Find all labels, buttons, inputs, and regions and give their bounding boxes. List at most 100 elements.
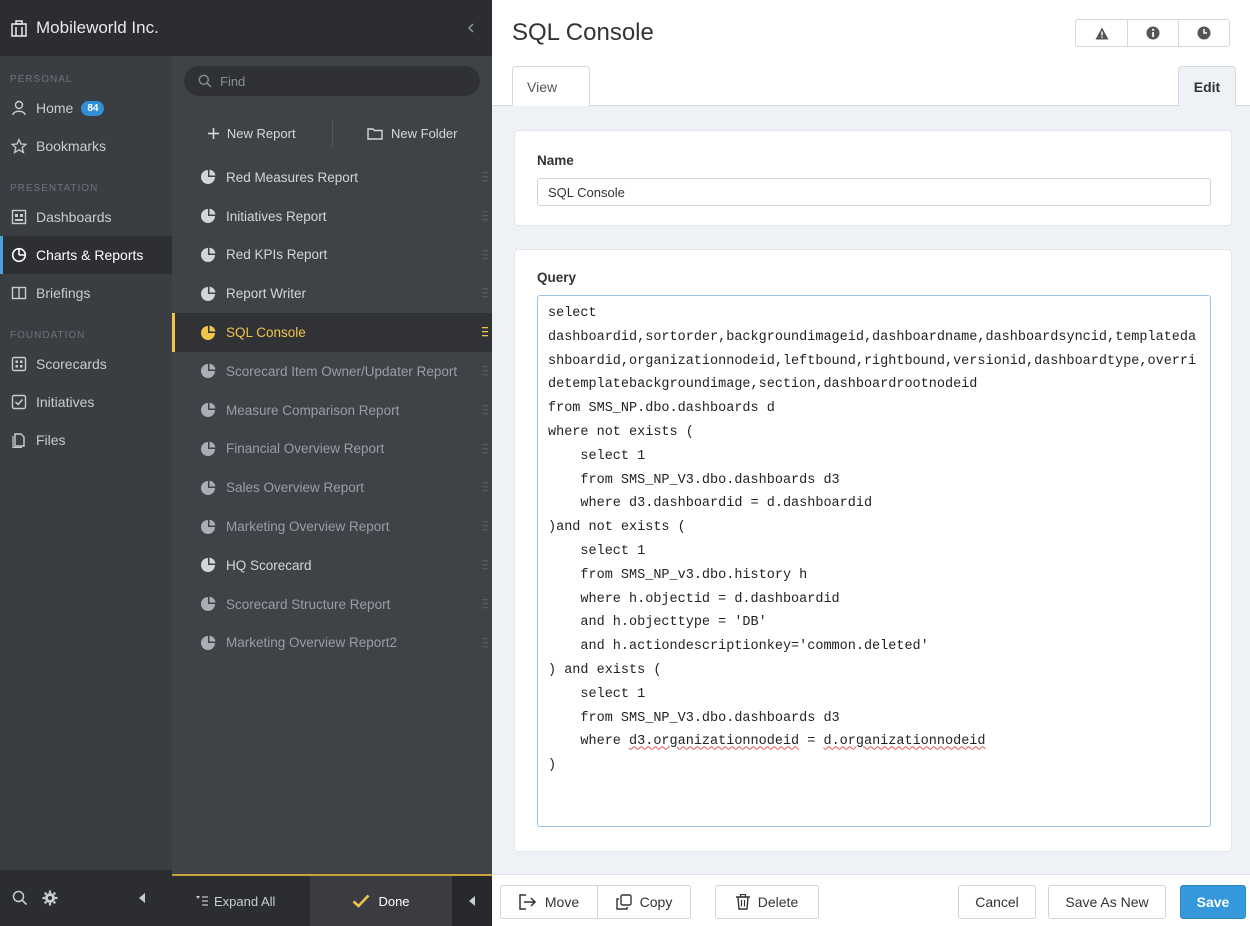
pie-chart-icon [200, 557, 216, 573]
info-button[interactable] [1127, 20, 1178, 46]
collapse-list-button[interactable] [452, 876, 492, 926]
tab-view[interactable]: View [512, 66, 590, 107]
list-header [172, 0, 492, 56]
query-line: where h.objectid = d.dashboardid [548, 591, 840, 607]
query-line: ) and exists ( [548, 662, 662, 678]
report-label: Initiatives Report [226, 208, 327, 224]
nav-item-briefings[interactable]: Briefings [0, 274, 172, 312]
query-line: where not exists ( [548, 424, 694, 440]
new-report-button[interactable]: New Report [172, 126, 332, 141]
drag-handle-icon[interactable] [482, 404, 488, 416]
page-title: SQL Console [512, 19, 654, 46]
report-label: Marketing Overview Report2 [226, 635, 398, 651]
checkmark-icon [352, 894, 370, 908]
name-label: Name [537, 153, 574, 168]
tab-edit[interactable]: Edit [1178, 66, 1236, 107]
nav-item-scorecards[interactable]: Scorecards [0, 345, 172, 383]
drag-handle-icon[interactable] [482, 443, 488, 455]
drag-handle-icon[interactable] [482, 481, 488, 493]
move-icon [519, 894, 537, 910]
drag-handle-icon[interactable] [482, 559, 488, 571]
drag-handle-icon[interactable] [482, 249, 488, 261]
drag-handle-icon[interactable] [482, 326, 488, 338]
chevron-left-icon[interactable] [468, 23, 474, 33]
report-list-item[interactable]: Scorecard Item Owner/Updater Report [172, 352, 492, 391]
report-label: Report Writer [226, 286, 307, 302]
drag-handle-icon[interactable] [482, 287, 488, 299]
report-list-item[interactable]: Scorecard Structure Report [172, 585, 492, 624]
drag-handle-icon[interactable] [482, 520, 488, 532]
move-label: Move [544, 894, 580, 910]
query-line: from SMS_NP.dbo.dashboards d [548, 401, 775, 417]
report-list-item[interactable]: Sales Overview Report [172, 468, 492, 507]
files-icon [10, 431, 28, 449]
new-folder-button[interactable]: New Folder [333, 126, 493, 141]
main-nav: Mobileworld Inc. PERSONAL Home 84 Bookma… [0, 0, 172, 926]
org-header[interactable]: Mobileworld Inc. [0, 0, 172, 56]
report-list-item[interactable]: SQL Console [172, 313, 492, 352]
nav-item-bookmarks[interactable]: Bookmarks [0, 127, 172, 165]
nav-item-dashboards[interactable]: Dashboards [0, 198, 172, 236]
save-as-new-button[interactable]: Save As New [1048, 885, 1166, 919]
query-card: Query select dashboardid,sortorder,backg… [514, 249, 1232, 852]
trash-icon [735, 894, 750, 910]
report-list-item[interactable]: Measure Comparison Report [172, 391, 492, 430]
query-line: select [548, 306, 597, 321]
report-list-item[interactable]: Marketing Overview Report2 [172, 624, 492, 663]
name-field[interactable]: SQL Console [537, 178, 1211, 206]
book-icon [10, 284, 28, 302]
delete-label: Delete [757, 894, 799, 910]
report-list-item[interactable]: Red KPIs Report [172, 236, 492, 275]
nav-item-initiatives[interactable]: Initiatives [0, 383, 172, 421]
nav-item-files[interactable]: Files [0, 421, 172, 459]
building-icon [10, 19, 28, 37]
list-footer: Expand All Done [172, 874, 492, 926]
nav-item-label: Scorecards [36, 356, 107, 372]
warning-button[interactable] [1076, 20, 1127, 46]
query-line: dashboardid,sortorder,backgroundimageid,… [548, 329, 1197, 393]
search-input[interactable]: Find [184, 66, 480, 96]
query-line: from SMS_NP_V3.dbo.dashboards d3 [548, 472, 840, 488]
drag-handle-icon[interactable] [482, 171, 488, 183]
save-button[interactable]: Save [1180, 885, 1246, 919]
report-label: Red KPIs Report [226, 247, 328, 263]
search-icon[interactable] [12, 890, 28, 906]
copy-label: Copy [639, 894, 673, 910]
cancel-button[interactable]: Cancel [958, 885, 1036, 919]
drag-handle-icon[interactable] [482, 637, 488, 649]
query-label: Query [537, 270, 577, 285]
delete-button[interactable]: Delete [715, 885, 819, 919]
expand-all-label: Expand All [214, 893, 276, 909]
user-icon [10, 99, 28, 117]
report-list-item[interactable]: Marketing Overview Report [172, 507, 492, 546]
plus-icon [207, 127, 219, 139]
copy-button[interactable]: Copy [597, 885, 691, 919]
report-list-item[interactable]: Initiatives Report [172, 197, 492, 236]
report-list-item[interactable]: Financial Overview Report [172, 430, 492, 469]
nav-item-charts-reports[interactable]: Charts & Reports [0, 236, 172, 274]
report-list-item[interactable]: Red Measures Report [172, 158, 492, 197]
gear-icon[interactable] [42, 890, 58, 906]
history-button[interactable] [1178, 20, 1229, 46]
pie-chart-icon [200, 519, 216, 535]
report-list-item[interactable]: HQ Scorecard [172, 546, 492, 585]
drag-handle-icon[interactable] [482, 210, 488, 222]
checkbox-icon [10, 393, 28, 411]
move-button[interactable]: Move [500, 885, 598, 919]
report-list-item[interactable]: Report Writer [172, 274, 492, 313]
query-editor[interactable]: select dashboardid,sortorder,backgroundi… [537, 295, 1211, 827]
nav-item-label: Initiatives [36, 394, 95, 410]
query-line: select 1 [548, 543, 646, 559]
query-fragment: = [799, 734, 824, 750]
query-line: where [548, 734, 630, 750]
pie-chart-icon [200, 480, 216, 496]
collapse-left-icon[interactable] [138, 893, 146, 903]
list-actions: New Report New Folder [172, 112, 492, 154]
drag-handle-icon[interactable] [482, 598, 488, 610]
nav-item-home[interactable]: Home 84 [0, 89, 172, 127]
section-label-personal: PERSONAL [10, 74, 73, 85]
drag-handle-icon[interactable] [482, 365, 488, 377]
report-label: Red Measures Report [226, 169, 359, 185]
done-button[interactable]: Done [310, 876, 452, 926]
expand-all-button[interactable]: Expand All [172, 876, 310, 926]
